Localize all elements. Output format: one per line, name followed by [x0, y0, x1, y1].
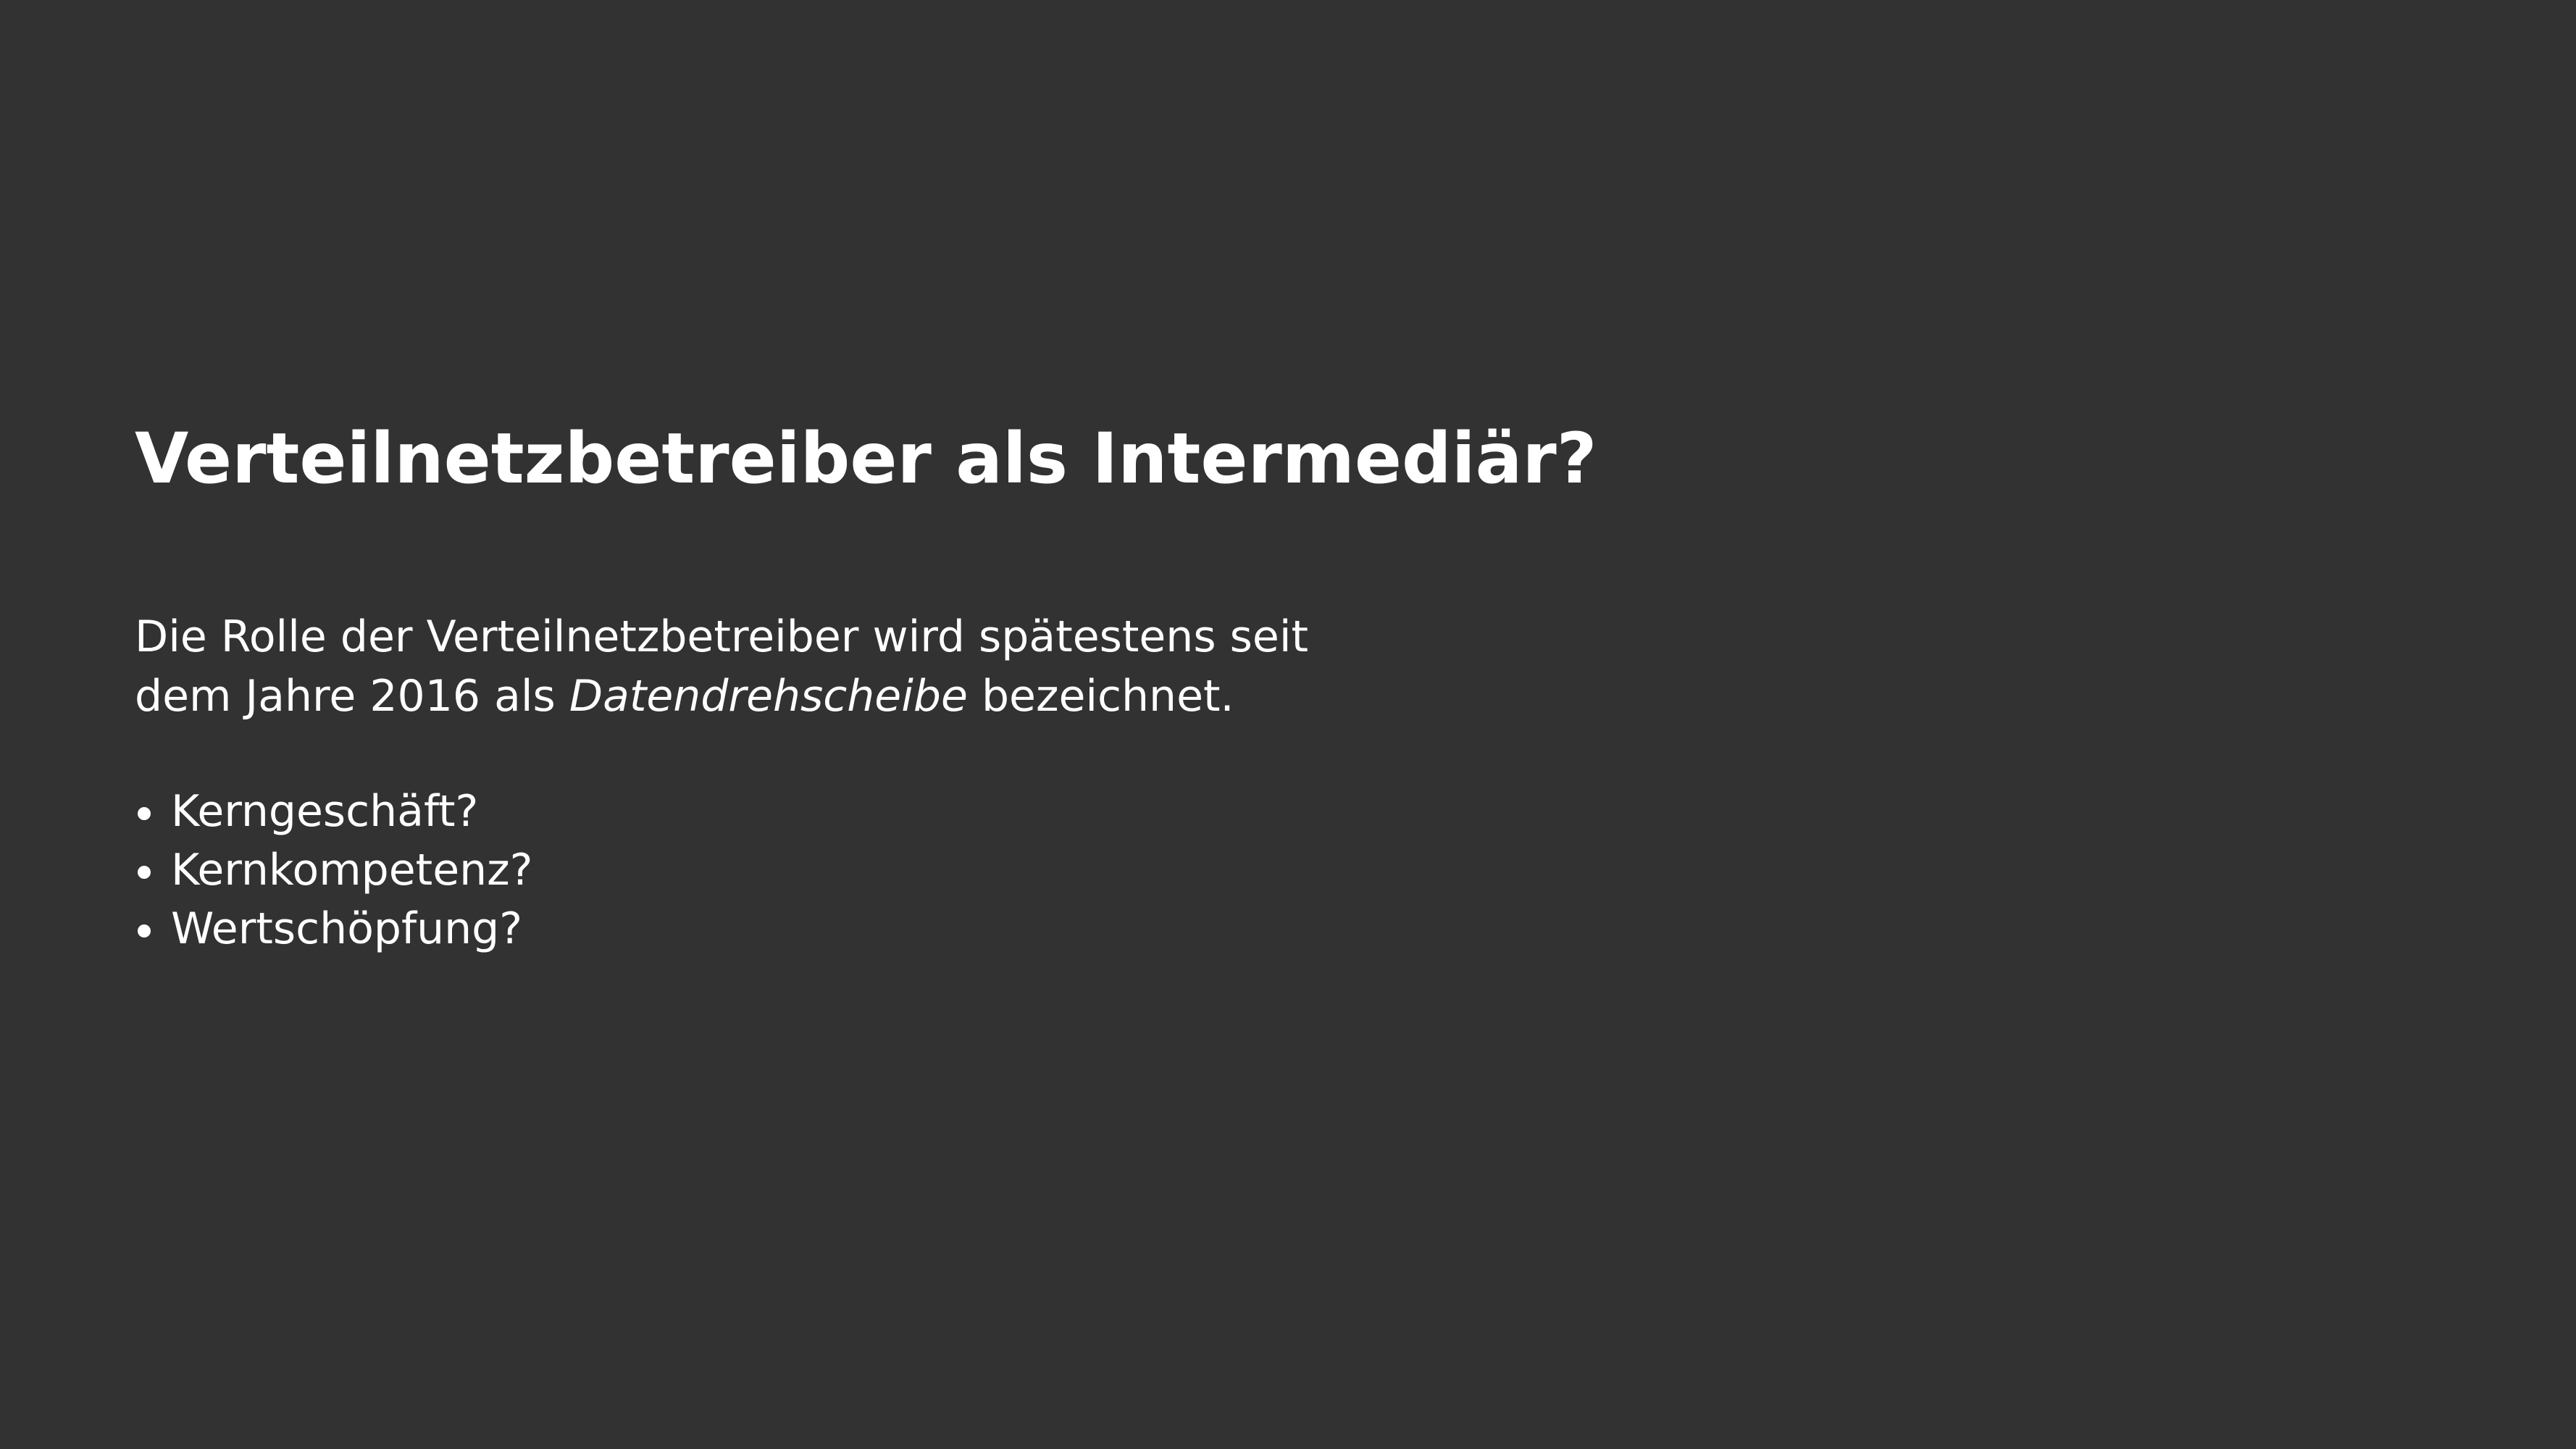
bullet-label: Kernkompetenz?	[171, 845, 533, 895]
bullet-label: Wertschöpfung?	[171, 903, 523, 954]
paragraph-text-end: bezeichnet.	[967, 671, 1234, 722]
bullet-label: Kerngeschäft?	[171, 786, 479, 837]
bullet-item: Kernkompetenz?	[135, 841, 532, 900]
intro-paragraph: Die Rolle der Verteilnetzbetreiber wird …	[135, 607, 1366, 726]
bullet-dot-icon	[138, 866, 151, 879]
bullet-item: Wertschöpfung?	[135, 900, 532, 959]
slide-title: Verteilnetzbetreiber als Intermediär?	[135, 418, 1597, 499]
bullet-dot-icon	[138, 807, 151, 820]
bullet-item: Kerngeschäft?	[135, 782, 532, 841]
paragraph-text: dem Jahre 2016 als	[135, 671, 569, 722]
paragraph-line-2: dem Jahre 2016 als Datendrehscheibe beze…	[135, 667, 1366, 726]
bullet-list: Kerngeschäft? Kernkompetenz? Wertschöpfu…	[135, 782, 532, 959]
bullet-dot-icon	[138, 924, 151, 938]
paragraph-emphasis: Datendrehscheibe	[569, 671, 968, 722]
slide: Verteilnetzbetreiber als Intermediär? Di…	[0, 0, 2576, 1449]
paragraph-line-1: Die Rolle der Verteilnetzbetreiber wird …	[135, 611, 1309, 662]
